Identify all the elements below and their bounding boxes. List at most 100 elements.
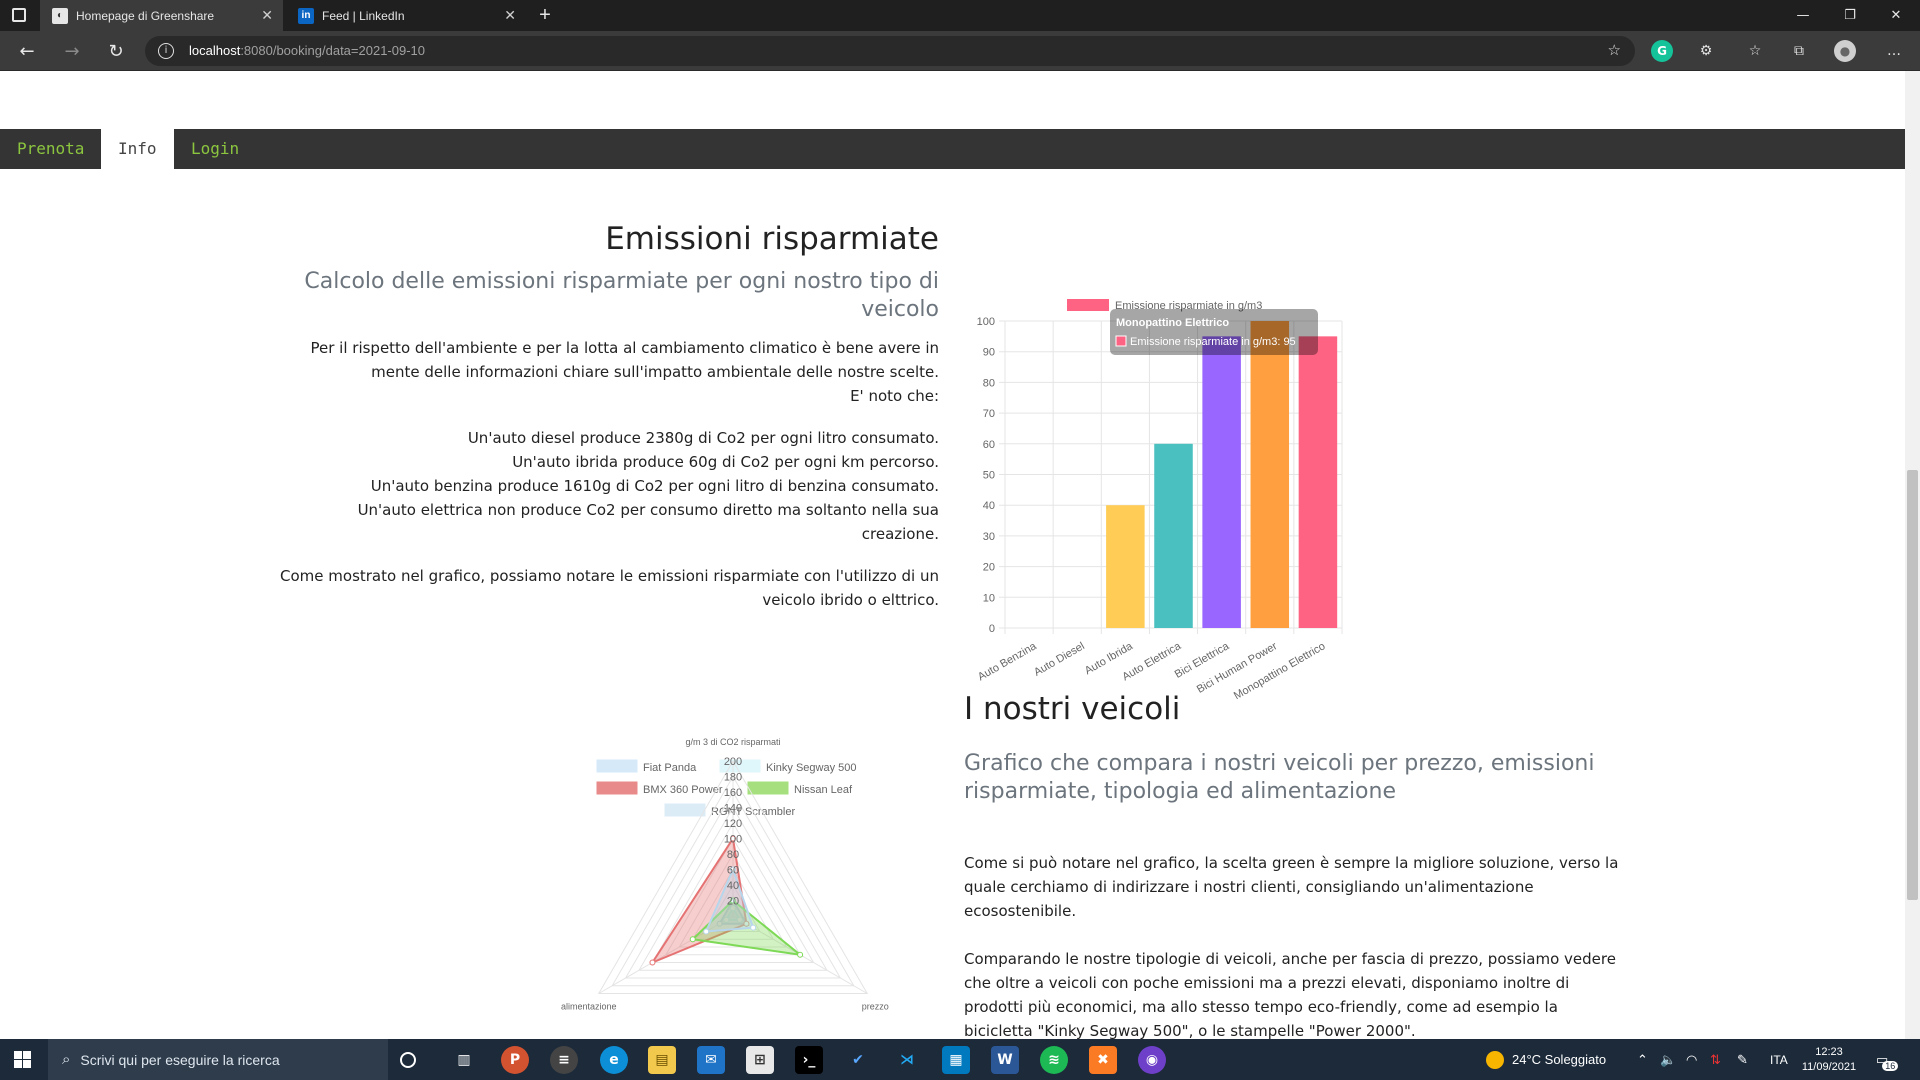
powerpoint-app-icon[interactable]: P: [501, 1046, 529, 1074]
taskbar-search[interactable]: ⌕ Scrivi qui per eseguire la ricerca: [48, 1039, 388, 1080]
file-explorer-icon[interactable]: ▤: [648, 1046, 676, 1074]
site-nav: Prenota Info Login: [0, 129, 1905, 169]
profile-avatar[interactable]: ●: [1834, 40, 1856, 62]
tooltip-title: Monopattino Elettrico: [1116, 317, 1229, 329]
section-text-veicoli: Come si può notare nel grafico, la scelt…: [964, 854, 1619, 1039]
r-tick-label: 160: [724, 787, 742, 799]
word-app-icon[interactable]: W: [991, 1046, 1019, 1074]
reload-button[interactable]: ↻: [102, 37, 130, 65]
windows-start-icon[interactable]: [14, 1051, 31, 1068]
greenshare-favicon-icon: ◐: [52, 7, 68, 24]
collections-icon[interactable]: ⧉: [1788, 40, 1810, 62]
sun-icon: [1486, 1050, 1504, 1069]
weather-text: 24°C Soleggiato: [1512, 1052, 1607, 1067]
r-tick-label: 20: [727, 896, 739, 908]
page-scrollbar[interactable]: [1905, 71, 1920, 1039]
notification-icon[interactable]: ▭ 16: [1876, 1039, 1899, 1080]
url-field[interactable]: i localhost:8080/booking/data=2021-09-10…: [145, 36, 1635, 66]
favorites-icon[interactable]: ☆: [1744, 40, 1766, 62]
clock[interactable]: 12:23 11/09/2021: [1798, 1039, 1860, 1080]
grammarly-icon[interactable]: G: [1651, 40, 1673, 62]
maximize-button[interactable]: ❐: [1827, 0, 1873, 31]
y-tick-label: 90: [983, 347, 995, 359]
bar: [1298, 336, 1338, 628]
nav-info[interactable]: Info: [101, 129, 174, 169]
nav-prenota[interactable]: Prenota: [0, 129, 101, 169]
legend-swatch: [596, 781, 638, 795]
minimize-button[interactable]: —: [1780, 0, 1826, 31]
section-title-veicoli: I nostri veicoli: [964, 691, 1181, 727]
section-text-emissioni: Per il rispetto dell'ambiente e per la l…: [280, 339, 939, 609]
section-title-emissioni: Emissioni risparmiate: [605, 221, 939, 257]
y-tick-label: 0: [989, 623, 995, 635]
wifi-icon[interactable]: ◠: [1686, 1039, 1697, 1080]
mail-app-icon[interactable]: ✉: [697, 1046, 725, 1074]
app-icon[interactable]: ≡: [550, 1046, 578, 1074]
trello-app-icon[interactable]: ▦: [942, 1046, 970, 1074]
add-favorite-icon[interactable]: ☆: [1608, 41, 1621, 59]
cortana-icon[interactable]: [400, 1052, 416, 1068]
legend-swatch: [1067, 299, 1109, 311]
notification-count: 16: [1882, 1060, 1899, 1071]
more-menu-icon[interactable]: …: [1883, 40, 1905, 62]
forward-button[interactable]: →: [58, 37, 86, 65]
y-tick-label: 60: [983, 439, 995, 451]
emissions-bar-chart[interactable]: Emissione risparmiate in g/m301020304050…: [960, 216, 1390, 702]
r-tick-label: 120: [724, 818, 742, 830]
y-tick-label: 80: [983, 377, 995, 389]
tab-title: Feed | LinkedIn: [322, 8, 405, 23]
volume-icon[interactable]: 🔈: [1660, 1039, 1676, 1080]
edge-app-icon[interactable]: e: [600, 1046, 628, 1074]
section-subtitle-emissioni: Calcolo delle emissioni risparmiate per …: [304, 269, 939, 322]
tab-actions-icon[interactable]: [12, 8, 26, 22]
chevron-up-icon[interactable]: ⌃: [1637, 1039, 1648, 1080]
nav-login[interactable]: Login: [174, 129, 256, 169]
close-icon[interactable]: ✕: [504, 7, 516, 24]
radar-point: [649, 959, 656, 966]
legend-swatch: [747, 781, 789, 795]
close-icon[interactable]: ✕: [261, 7, 273, 24]
legend-label: Kinky Segway 500: [766, 762, 857, 774]
terminal-app-icon[interactable]: ›_: [795, 1046, 823, 1074]
search-icon: ⌕: [62, 1051, 71, 1068]
r-tick-label: 80: [727, 849, 739, 861]
todo-app-icon[interactable]: ✔: [844, 1046, 872, 1074]
clock-time: 12:23: [1815, 1045, 1843, 1058]
tab-title: Homepage di Greenshare: [76, 8, 215, 23]
language-indicator[interactable]: ITA: [1770, 1039, 1788, 1080]
spotify-app-icon[interactable]: ≋: [1040, 1046, 1068, 1074]
store-app-icon[interactable]: ⊞: [746, 1046, 774, 1074]
r-tick-label: 180: [724, 772, 742, 784]
r-tick-label: 100: [724, 834, 742, 846]
x-tick-label: Auto Benzina: [976, 640, 1039, 684]
new-tab-button[interactable]: +: [532, 0, 558, 31]
section-subtitle-veicoli: Grafico che compara i nostri veicoli per…: [964, 751, 1595, 804]
extensions-icon[interactable]: ⚙: [1695, 40, 1717, 62]
network-icon[interactable]: ⇅: [1710, 1039, 1721, 1080]
legend-label: Fiat Panda: [643, 762, 697, 774]
vscode-app-icon[interactable]: ⋊: [893, 1046, 921, 1074]
scrollbar-thumb[interactable]: [1907, 470, 1918, 900]
tab-linkedin[interactable]: in Feed | LinkedIn ✕: [286, 0, 526, 31]
radar-point: [703, 928, 710, 935]
pen-icon[interactable]: ✎: [1737, 1039, 1748, 1080]
task-view-icon[interactable]: ▥: [450, 1046, 478, 1074]
github-app-icon[interactable]: ◉: [1138, 1046, 1166, 1074]
x-tick-label: Auto Diesel: [1032, 640, 1087, 679]
y-tick-label: 10: [983, 592, 995, 604]
r-tick-label: 60: [727, 865, 739, 877]
vehicles-radar-chart[interactable]: Fiat Panda Kinky Segway 500 BMX 360 Power N…: [520, 683, 940, 1039]
back-button[interactable]: ←: [13, 37, 41, 65]
r-tick-label: 200: [724, 756, 742, 768]
x-tick-label: Bici Human Power: [1195, 640, 1280, 696]
y-tick-label: 100: [977, 316, 995, 328]
r-tick-label: 40: [727, 880, 739, 892]
xampp-app-icon[interactable]: ✖: [1089, 1046, 1117, 1074]
legend-label: BMX 360 Power: [643, 784, 723, 796]
radar-point: [750, 924, 757, 931]
windows-taskbar: ⌕ Scrivi qui per eseguire la ricerca ▥ P…: [0, 1039, 1920, 1080]
window-close-button[interactable]: ✕: [1873, 0, 1919, 31]
tab-greenshare[interactable]: ◐ Homepage di Greenshare ✕: [40, 0, 283, 31]
weather-widget[interactable]: 24°C Soleggiato: [1486, 1039, 1606, 1080]
info-icon[interactable]: i: [158, 43, 174, 59]
